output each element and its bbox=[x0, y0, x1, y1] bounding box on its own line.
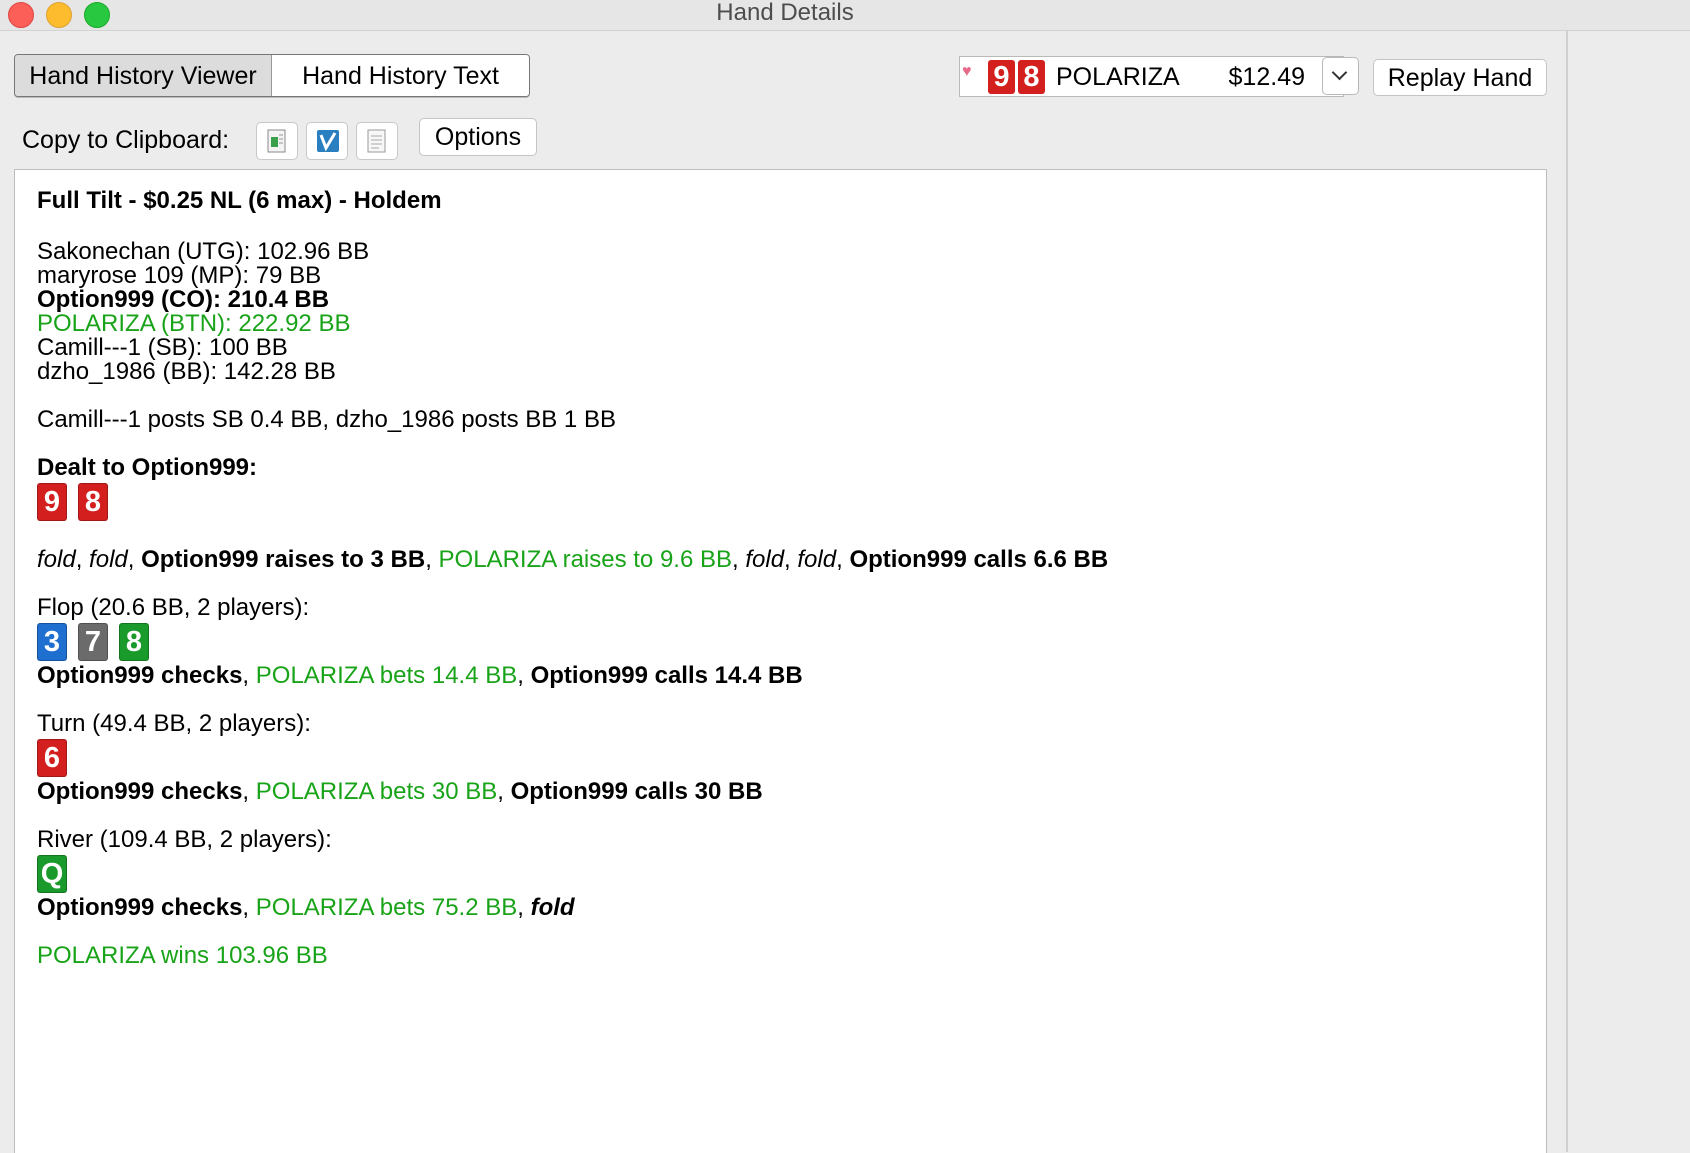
action: Option999 checks bbox=[37, 894, 243, 921]
action: fold bbox=[530, 894, 575, 921]
card: 6 bbox=[37, 739, 67, 777]
title-bar: Hand Details bbox=[0, 0, 1690, 31]
hero-card: 8 bbox=[1018, 60, 1045, 94]
flop-cards: 3 7 8 bbox=[37, 620, 1108, 664]
turn-cards: 6 bbox=[37, 736, 1108, 780]
hero-name: POLARIZA bbox=[1056, 63, 1180, 91]
card: 7 bbox=[78, 623, 108, 661]
action: Option999 calls 30 BB bbox=[510, 778, 763, 805]
hand-history-panel: Full Tilt - $0.25 NL (6 max) - Holdem Sa… bbox=[14, 169, 1547, 1153]
river-actions: Option999 checks, POLARIZA bets 75.2 BB,… bbox=[37, 894, 575, 921]
card: Q bbox=[37, 855, 67, 893]
river-label: River (109.4 BB, 2 players): bbox=[37, 826, 332, 853]
copy-to-clipboard-label: Copy to Clipboard: bbox=[22, 126, 230, 154]
tab-hand-history-text[interactable]: Hand History Text bbox=[272, 55, 529, 96]
hand-history-content: Full Tilt - $0.25 NL (6 max) - Holdem Sa… bbox=[37, 185, 1108, 968]
hero-dropdown-button[interactable] bbox=[1322, 57, 1359, 95]
window-title: Hand Details bbox=[716, 0, 854, 26]
player-seat-hero: POLARIZA (BTN): 222.92 BB bbox=[37, 310, 351, 337]
spreadsheet-icon bbox=[267, 129, 286, 153]
window-edge bbox=[1566, 30, 1568, 1152]
card: 3 bbox=[37, 623, 67, 661]
text-document-icon bbox=[367, 129, 386, 153]
heart-icon: ♥ bbox=[962, 63, 972, 80]
turn-label: Turn (49.4 BB, 2 players): bbox=[37, 710, 311, 737]
preflop-actions: fold, fold, Option999 raises to 3 BB, PO… bbox=[37, 546, 1109, 573]
player-seat: maryrose 109 (MP): 79 BB bbox=[37, 262, 322, 289]
options-button[interactable]: Options bbox=[419, 118, 537, 156]
copy-forum-button[interactable] bbox=[306, 122, 348, 160]
action-hero: POLARIZA bets 30 BB bbox=[255, 778, 498, 805]
flop-actions: Option999 checks, POLARIZA bets 14.4 BB,… bbox=[37, 662, 803, 689]
flop-label: Flop (20.6 BB, 2 players): bbox=[37, 594, 310, 621]
river-cards: Q bbox=[37, 852, 1108, 896]
action: fold bbox=[797, 546, 837, 573]
action: Option999 checks bbox=[37, 778, 243, 805]
chevron-down-icon bbox=[1331, 64, 1348, 81]
replay-hand-button[interactable]: Replay Hand bbox=[1373, 59, 1547, 96]
action: fold bbox=[745, 546, 785, 573]
view-mode-segmented-control: Hand History Viewer Hand History Text bbox=[14, 54, 530, 97]
action: Option999 checks bbox=[37, 662, 243, 689]
turn-actions: Option999 checks, POLARIZA bets 30 BB, O… bbox=[37, 778, 763, 805]
action: fold bbox=[37, 546, 76, 573]
card: 9 bbox=[37, 483, 67, 521]
action: fold bbox=[89, 546, 128, 573]
tab-hand-history-viewer[interactable]: Hand History Viewer bbox=[15, 55, 272, 96]
action-hero: POLARIZA bets 14.4 BB bbox=[255, 662, 518, 689]
card: 8 bbox=[119, 623, 149, 661]
copy-text-button[interactable] bbox=[356, 122, 398, 160]
result-line: POLARIZA wins 103.96 BB bbox=[37, 942, 328, 969]
hero-selector[interactable]: ♥ 9 8 POLARIZA $12.49 bbox=[959, 56, 1344, 97]
player-seat: Option999 (CO): 210.4 BB bbox=[37, 286, 330, 313]
action-hero: POLARIZA raises to 9.6 BB bbox=[438, 546, 732, 573]
hand-header: Full Tilt - $0.25 NL (6 max) - Holdem bbox=[37, 187, 442, 214]
dealt-cards: 9 8 bbox=[37, 480, 1108, 524]
player-seat: Sakonechan (UTG): 102.96 BB bbox=[37, 238, 370, 265]
action: Option999 raises to 3 BB bbox=[141, 546, 426, 573]
hero-card: 9 bbox=[988, 60, 1015, 94]
hero-amount: $12.49 bbox=[1228, 63, 1305, 91]
action: Option999 calls 14.4 BB bbox=[530, 662, 803, 689]
action: Option999 calls 6.6 BB bbox=[849, 546, 1109, 573]
blinds-line: Camill---1 posts SB 0.4 BB, dzho_1986 po… bbox=[37, 406, 616, 433]
forum-icon bbox=[317, 130, 339, 152]
player-seat: Camill---1 (SB): 100 BB bbox=[37, 334, 288, 361]
dealt-to-label: Dealt to Option999: bbox=[37, 454, 258, 481]
player-seat: dzho_1986 (BB): 142.28 BB bbox=[37, 358, 336, 385]
copy-spreadsheet-button[interactable] bbox=[256, 122, 298, 160]
action-hero: POLARIZA bets 75.2 BB bbox=[255, 894, 518, 921]
card: 8 bbox=[78, 483, 108, 521]
